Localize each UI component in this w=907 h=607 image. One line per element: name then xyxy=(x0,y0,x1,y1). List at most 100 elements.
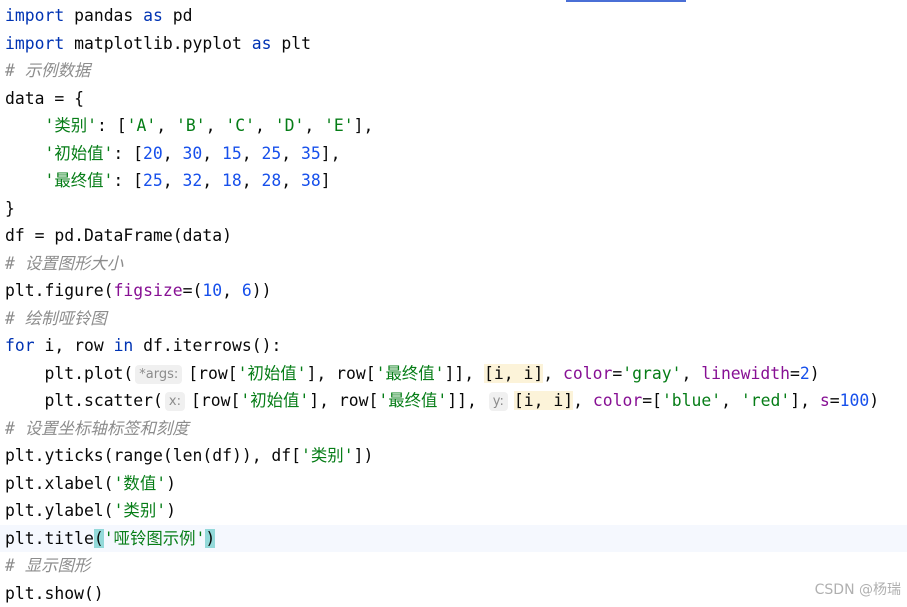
string: 'D' xyxy=(275,116,305,135)
keyword-argument: figsize xyxy=(114,281,183,300)
code-text: pd xyxy=(163,6,193,25)
code-text: ) xyxy=(869,391,879,410)
code-line-4[interactable]: data = { xyxy=(0,85,907,113)
code-line-5[interactable]: '类别': ['A', 'B', 'C', 'D', 'E'], xyxy=(0,112,907,140)
number: 25 xyxy=(262,144,282,163)
indent xyxy=(5,144,44,163)
code-text: ], xyxy=(354,116,374,135)
code-text: ) xyxy=(810,364,820,383)
number: 25 xyxy=(143,171,163,190)
code-text: , xyxy=(281,171,301,190)
code-text: plt.show() xyxy=(5,584,104,603)
number: 15 xyxy=(222,144,242,163)
code-text: ], xyxy=(321,144,341,163)
code-line-12[interactable]: # 绘制哑铃图 xyxy=(0,305,907,333)
keyword-argument: color xyxy=(563,364,612,383)
matched-paren: ( xyxy=(94,529,104,548)
code-line-18[interactable]: plt.xlabel('数值') xyxy=(0,470,907,498)
string: 'E' xyxy=(324,116,354,135)
code-text: plt.title xyxy=(5,529,94,548)
code-line-7[interactable]: '最终值': [25, 32, 18, 28, 38] xyxy=(0,167,907,195)
code-text: , xyxy=(222,281,242,300)
code-text: plt.figure( xyxy=(5,281,114,300)
code-text: , xyxy=(543,364,563,383)
comment: # 设置图形大小 xyxy=(5,254,123,273)
code-text: , xyxy=(242,144,262,163)
comment: # 设置坐标轴标签和刻度 xyxy=(5,419,189,438)
code-text: } xyxy=(5,199,15,218)
string: '初始值' xyxy=(44,144,113,163)
matched-paren: ) xyxy=(205,529,215,548)
code-editor[interactable]: import pandas as pd import matplotlib.py… xyxy=(0,0,907,605)
string: 'red' xyxy=(741,391,790,410)
code-line-3[interactable]: # 示例数据 xyxy=(0,57,907,85)
number: 35 xyxy=(301,144,321,163)
code-line-11[interactable]: plt.figure(figsize=(10, 6)) xyxy=(0,277,907,305)
indent xyxy=(5,391,44,410)
code-text: ) xyxy=(166,501,176,520)
number: 32 xyxy=(183,171,203,190)
number: 30 xyxy=(183,144,203,163)
code-line-2[interactable]: import matplotlib.pyplot as plt xyxy=(0,30,907,58)
code-text: df = pd.DataFrame(data) xyxy=(5,226,232,245)
code-line-22[interactable]: plt.show() xyxy=(0,580,907,607)
code-text: , xyxy=(681,364,701,383)
string: '最终值' xyxy=(44,171,113,190)
code-text: =[ xyxy=(642,391,662,410)
code-line-13[interactable]: for i, row in df.iterrows(): xyxy=(0,332,907,360)
number: 100 xyxy=(840,391,870,410)
code-text: , xyxy=(281,144,301,163)
number: 38 xyxy=(301,171,321,190)
code-text: ) xyxy=(166,474,176,493)
code-text: = xyxy=(612,364,622,383)
code-line-6[interactable]: '初始值': [20, 30, 15, 25, 35], xyxy=(0,140,907,168)
code-line-8[interactable]: } xyxy=(0,195,907,223)
code-text: , xyxy=(156,116,176,135)
code-line-16[interactable]: # 设置坐标轴标签和刻度 xyxy=(0,415,907,443)
code-line-10[interactable]: # 设置图形大小 xyxy=(0,250,907,278)
number: 18 xyxy=(222,171,242,190)
code-text: , xyxy=(163,171,183,190)
code-text: plt.yticks(range(len(df)), df[ xyxy=(5,446,301,465)
string: '数值' xyxy=(114,474,167,493)
code-text: , xyxy=(242,171,262,190)
string: '最终值' xyxy=(376,364,445,383)
code-line-19[interactable]: plt.ylabel('类别') xyxy=(0,497,907,525)
number: 20 xyxy=(143,144,163,163)
code-text: = xyxy=(790,364,800,383)
code-line-1[interactable]: import pandas as pd xyxy=(0,2,907,30)
code-text: ], row[ xyxy=(307,364,376,383)
string: '最终值' xyxy=(378,391,447,410)
string: '初始值' xyxy=(238,364,307,383)
code-text: , xyxy=(255,116,275,135)
string: 'blue' xyxy=(662,391,721,410)
string: 'gray' xyxy=(622,364,681,383)
code-text: : [ xyxy=(113,144,143,163)
code-line-21[interactable]: # 显示图形 xyxy=(0,552,907,580)
number: 10 xyxy=(202,281,222,300)
comment: # 显示图形 xyxy=(5,556,90,575)
code-text: [row[ xyxy=(191,391,240,410)
code-text: df.iterrows(): xyxy=(133,336,281,355)
code-line-17[interactable]: plt.yticks(range(len(df)), df['类别']) xyxy=(0,442,907,470)
string: 'B' xyxy=(176,116,206,135)
keyword: as xyxy=(143,6,163,25)
code-line-15[interactable]: plt.scatter(x:[row['初始值'], row['最终值']], … xyxy=(0,387,907,415)
code-text: ]], xyxy=(447,391,486,410)
code-text: =( xyxy=(183,281,203,300)
string: '类别' xyxy=(44,116,97,135)
code-text: , xyxy=(304,116,324,135)
code-line-14[interactable]: plt.plot(*args:[row['初始值'], row['最终值']],… xyxy=(0,360,907,388)
code-text: , xyxy=(163,144,183,163)
code-line-20-current[interactable]: plt.title('哑铃图示例') xyxy=(0,525,907,553)
number: 2 xyxy=(800,364,810,383)
string: 'C' xyxy=(225,116,255,135)
code-line-9[interactable]: df = pd.DataFrame(data) xyxy=(0,222,907,250)
keyword: import xyxy=(5,6,64,25)
highlighted-argument: [i, i] xyxy=(484,364,543,383)
code-text: , xyxy=(721,391,741,410)
code-text: : [ xyxy=(113,171,143,190)
code-text: ], row[ xyxy=(309,391,378,410)
parameter-hint: y: xyxy=(489,392,508,411)
indent xyxy=(5,171,44,190)
